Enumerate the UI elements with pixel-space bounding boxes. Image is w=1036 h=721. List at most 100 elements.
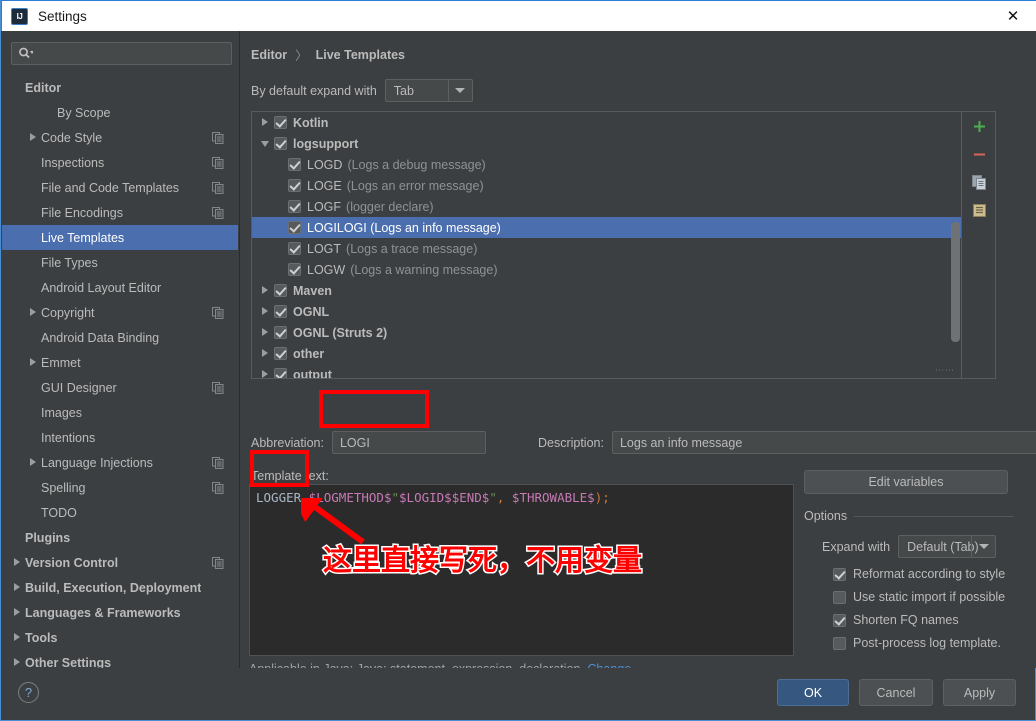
duplicate-icon[interactable] <box>212 207 224 222</box>
description-input[interactable]: Logs an info message <box>611 431 1036 454</box>
chevron-down-icon[interactable] <box>260 137 274 151</box>
chevron-right-icon[interactable] <box>12 607 23 618</box>
template-checkbox[interactable] <box>274 326 287 339</box>
template-group-icon[interactable] <box>962 196 995 224</box>
sidebar-item-editor[interactable]: Editor <box>2 75 238 100</box>
template-checkbox[interactable] <box>274 368 287 378</box>
template-checkbox[interactable] <box>274 137 287 150</box>
close-icon[interactable]: ✕ <box>990 1 1036 31</box>
sidebar-item-code-style[interactable]: Code Style <box>2 125 238 150</box>
option-checkbox[interactable] <box>833 590 846 604</box>
duplicate-icon[interactable] <box>212 557 224 572</box>
option-reformat-according-to-style[interactable]: Reformat according to style <box>833 567 1014 581</box>
option-shorten-fq-names[interactable]: Shorten FQ names <box>833 613 1014 627</box>
apply-button[interactable]: Apply <box>943 679 1016 706</box>
duplicate-icon[interactable] <box>212 157 224 172</box>
chevron-right-icon[interactable] <box>260 116 274 130</box>
template-row[interactable]: LOGD (Logs a debug message) <box>252 154 995 175</box>
sidebar-item-intentions[interactable]: Intentions <box>2 425 238 450</box>
templates-scrollbar[interactable] <box>951 222 960 342</box>
template-group-row[interactable]: OGNL (Struts 2) <box>252 322 995 343</box>
chevron-right-icon[interactable] <box>28 307 39 318</box>
sidebar-item-plugins[interactable]: Plugins <box>2 525 238 550</box>
sidebar-item-todo[interactable]: TODO <box>2 500 238 525</box>
template-checkbox[interactable] <box>288 221 301 234</box>
template-checkbox[interactable] <box>274 305 287 318</box>
template-checkbox[interactable] <box>274 116 287 129</box>
remove-icon[interactable] <box>962 140 995 168</box>
sidebar-item-images[interactable]: Images <box>2 400 238 425</box>
duplicate-icon[interactable] <box>212 307 224 322</box>
template-checkbox[interactable] <box>274 347 287 360</box>
sidebar-item-android-layout-editor[interactable]: Android Layout Editor <box>2 275 238 300</box>
template-row[interactable]: LOGT (Logs a trace message) <box>252 238 995 259</box>
template-row[interactable]: LOGF (logger declare) <box>252 196 995 217</box>
template-row[interactable]: LOGE (Logs an error message) <box>252 175 995 196</box>
chevron-down-icon[interactable] <box>971 536 995 557</box>
template-group-row[interactable]: other <box>252 343 995 364</box>
expand-with-combo[interactable]: Default (Tab) <box>898 535 997 558</box>
chevron-right-icon[interactable] <box>28 457 39 468</box>
sidebar-item-file-encodings[interactable]: File Encodings <box>2 200 238 225</box>
search-input[interactable] <box>33 45 231 62</box>
edit-variables-button[interactable]: Edit variables <box>804 470 1008 494</box>
chevron-right-icon[interactable] <box>260 326 274 340</box>
chevron-right-icon[interactable] <box>12 557 23 568</box>
default-expand-combo[interactable]: Tab <box>384 79 473 102</box>
duplicate-icon[interactable] <box>212 182 224 197</box>
ok-button[interactable]: OK <box>777 679 849 706</box>
template-group-row[interactable]: OGNL <box>252 301 995 322</box>
chevron-right-icon[interactable] <box>260 284 274 298</box>
chevron-right-icon[interactable] <box>28 357 39 368</box>
template-checkbox[interactable] <box>288 158 301 171</box>
sidebar-item-file-and-code-templates[interactable]: File and Code Templates <box>2 175 238 200</box>
template-group-row[interactable]: Maven <box>252 280 995 301</box>
splitter-handle[interactable]: ⋯⋯ <box>935 365 955 376</box>
breadcrumb-parent[interactable]: Editor <box>251 48 287 62</box>
help-icon[interactable]: ? <box>18 682 39 703</box>
abbreviation-input[interactable]: LOGI <box>331 431 486 454</box>
chevron-right-icon[interactable] <box>12 632 23 643</box>
duplicate-icon[interactable] <box>212 132 224 147</box>
duplicate-icon[interactable] <box>212 482 224 497</box>
sidebar-item-inspections[interactable]: Inspections <box>2 150 238 175</box>
template-group-row[interactable]: logsupport <box>252 133 995 154</box>
sidebar-item-by-scope[interactable]: By Scope <box>2 100 238 125</box>
add-icon[interactable] <box>962 112 995 140</box>
duplicate-icon[interactable] <box>212 457 224 472</box>
chevron-right-icon[interactable] <box>28 132 39 143</box>
sidebar-item-language-injections[interactable]: Language Injections <box>2 450 238 475</box>
sidebar-item-live-templates[interactable]: Live Templates <box>2 225 238 250</box>
sidebar-item-build-execution-deployment[interactable]: Build, Execution, Deployment <box>2 575 238 600</box>
sidebar-item-android-data-binding[interactable]: Android Data Binding <box>2 325 238 350</box>
template-checkbox[interactable] <box>288 263 301 276</box>
sidebar-item-gui-designer[interactable]: GUI Designer <box>2 375 238 400</box>
option-checkbox[interactable] <box>833 567 846 581</box>
template-checkbox[interactable] <box>288 242 301 255</box>
chevron-right-icon[interactable] <box>260 305 274 319</box>
template-checkbox[interactable] <box>274 284 287 297</box>
option-checkbox[interactable] <box>833 636 846 650</box>
sidebar-item-tools[interactable]: Tools <box>2 625 238 650</box>
sidebar-item-copyright[interactable]: Copyright <box>2 300 238 325</box>
chevron-right-icon[interactable] <box>260 347 274 361</box>
sidebar-item-other-settings[interactable]: Other Settings <box>2 650 238 668</box>
sidebar-item-spelling[interactable]: Spelling <box>2 475 238 500</box>
duplicate-icon[interactable] <box>962 168 995 196</box>
template-group-row[interactable]: output <box>252 364 995 379</box>
sidebar-item-languages-frameworks[interactable]: Languages & Frameworks <box>2 600 238 625</box>
duplicate-icon[interactable] <box>212 382 224 397</box>
cancel-button[interactable]: Cancel <box>859 679 933 706</box>
chevron-right-icon[interactable] <box>12 582 23 593</box>
sidebar-item-file-types[interactable]: File Types <box>2 250 238 275</box>
option-use-static-import-if-possible[interactable]: Use static import if possible <box>833 590 1014 604</box>
sidebar-item-emmet[interactable]: Emmet <box>2 350 238 375</box>
option-post-process-log-template[interactable]: Post-process log template. <box>833 636 1014 650</box>
chevron-right-icon[interactable] <box>12 657 23 668</box>
option-checkbox[interactable] <box>833 613 846 627</box>
sidebar-item-version-control[interactable]: Version Control <box>2 550 238 575</box>
template-row[interactable]: LOGW (Logs a warning message) <box>252 259 995 280</box>
template-checkbox[interactable] <box>288 200 301 213</box>
template-row[interactable]: LOGI LOGI (Logs an info message) <box>252 217 995 238</box>
chevron-right-icon[interactable] <box>260 368 274 379</box>
